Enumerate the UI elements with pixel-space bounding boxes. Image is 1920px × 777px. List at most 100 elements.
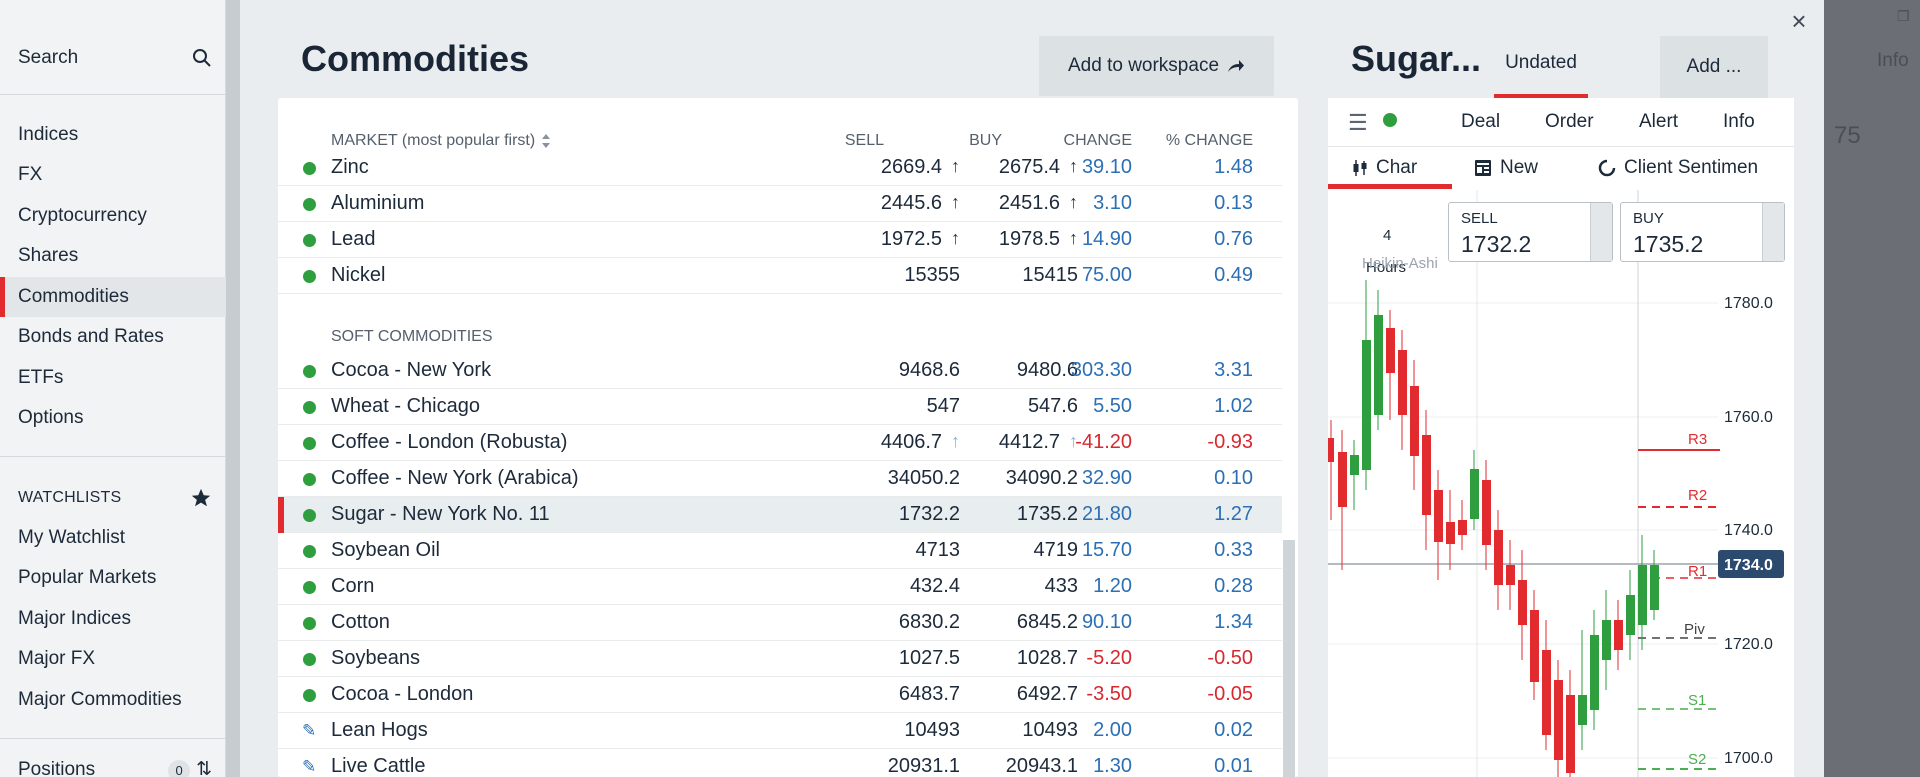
tab-info[interactable]: Info — [1723, 111, 1755, 133]
table-row[interactable]: Coffee - London (Robusta) 4406.7 ↑ 4412.7… — [278, 425, 1282, 461]
background-price: 75 — [1834, 122, 1861, 149]
candles — [1328, 280, 1659, 777]
change-value: 3.10 — [1093, 192, 1132, 214]
candle — [1374, 315, 1383, 415]
table-row-selected[interactable]: Sugar - New York No. 11 1732.2 1735.2 21… — [278, 497, 1282, 533]
buy-value: 1735.2 — [1633, 231, 1704, 257]
market-name: Corn — [331, 575, 375, 597]
table-row[interactable]: Coffee - New York (Arabica) 34050.2 3409… — [278, 461, 1282, 497]
sidebar-item-commodities[interactable]: Commodities — [0, 277, 226, 317]
table-row[interactable]: Nickel 15355 15415 75.00 0.49 — [278, 258, 1282, 294]
table-row[interactable]: Wheat - Chicago 547 547.6 5.50 1.02 — [278, 389, 1282, 425]
add-button[interactable]: Add ... — [1660, 36, 1768, 98]
column-header-change[interactable]: CHANGE — [1020, 132, 1132, 150]
table-row[interactable]: ✎ Lean Hogs 10493 10493 2.00 0.02 — [278, 713, 1282, 749]
watchlists-heading: WATCHLISTS — [18, 486, 212, 510]
sort-icon[interactable]: ⇅ — [196, 759, 212, 777]
sidebar-scrollbar[interactable] — [226, 0, 240, 777]
close-icon[interactable]: × — [1788, 8, 1810, 34]
candle — [1422, 435, 1431, 515]
table-row[interactable]: Lead 1972.5 ↑ 1978.5 ↑ 14.90 0.76 — [278, 222, 1282, 258]
candle — [1338, 452, 1347, 507]
market-name: Lean Hogs — [331, 719, 428, 741]
change-value: 5.50 — [1093, 395, 1132, 417]
table-row[interactable]: Cotton 6830.2 6845.2 90.10 1.34 — [278, 605, 1282, 641]
sidebar-item-label: Commodities — [18, 286, 129, 307]
column-header-pct-change[interactable]: % CHANGE — [1140, 132, 1253, 150]
sort-icon[interactable] — [541, 133, 551, 149]
table-row[interactable]: Cocoa - London 6483.7 6492.7 -3.50 -0.05 — [278, 677, 1282, 713]
sell-value: 1732.2 — [1461, 231, 1532, 257]
interval-value[interactable]: 4 — [1383, 227, 1391, 244]
change-value: 21.80 — [1081, 503, 1132, 525]
column-header-market[interactable]: MARKET (most popular first) — [331, 132, 551, 150]
table-scrollbar[interactable] — [1283, 540, 1295, 777]
pct-change-value: 3.31 — [1214, 359, 1253, 381]
positions-section[interactable]: Positions 0 ⇅ — [18, 758, 212, 777]
add-to-workspace-label: Add to workspace — [1067, 55, 1220, 76]
watchlist-my-watchlist[interactable]: My Watchlist — [0, 518, 226, 558]
sidebar-divider — [0, 456, 226, 457]
watchlists-heading-label: WATCHLISTS — [18, 489, 122, 506]
candle — [1446, 522, 1455, 544]
table-row[interactable]: Corn 432.4 433 1.20 0.28 — [278, 569, 1282, 605]
buy-price-box[interactable]: BUY 1735.2 — [1620, 202, 1785, 262]
sentiment-icon — [1598, 159, 1616, 177]
sidebar-item-label: Cryptocurrency — [18, 205, 147, 226]
tab-deal[interactable]: Deal — [1461, 111, 1500, 133]
sidebar-item-bonds-and-rates[interactable]: Bonds and Rates — [0, 317, 226, 357]
tab-alert[interactable]: Alert — [1639, 111, 1678, 133]
tab-undated[interactable]: Undated — [1494, 52, 1588, 74]
change-value: 14.90 — [1081, 228, 1132, 250]
sell-price-box[interactable]: SELL 1732.2 — [1448, 202, 1613, 262]
table-row[interactable]: ✎ Live Cattle 20931.1 20943.1 1.30 0.01 — [278, 749, 1282, 777]
sidebar-item-indices[interactable]: Indices — [0, 115, 226, 155]
market-name: Cocoa - London — [331, 683, 474, 705]
share-arrow-icon — [1228, 60, 1245, 72]
watchlist-major-commodities[interactable]: Major Commodities — [0, 680, 226, 720]
candle — [1350, 455, 1359, 475]
page-title: Commodities — [301, 38, 530, 79]
candle — [1482, 480, 1491, 545]
tab-order[interactable]: Order — [1545, 111, 1594, 133]
price-chart[interactable]: R3 R2 R1 Piv S1 S2 1780.0 1760.0 1740.0 … — [1328, 190, 1794, 777]
tab-client-sentiment-label: Client Sentimen — [1624, 157, 1759, 178]
sidebar-item-shares[interactable]: Shares — [0, 236, 226, 276]
chart-style-label[interactable]: Heikin-Ashi — [1362, 255, 1438, 272]
change-value: -5.20 — [1086, 647, 1132, 669]
star-icon[interactable] — [190, 487, 212, 509]
candle — [1434, 490, 1443, 542]
sidebar-item-cryptocurrency[interactable]: Cryptocurrency — [0, 196, 226, 236]
table-row[interactable]: Zinc 2669.4 ↑ 2675.4 ↑ 39.10 1.48 — [278, 150, 1282, 186]
tab-chart-label: Char — [1376, 157, 1418, 178]
sidebar-item-fx[interactable]: FX — [0, 155, 226, 195]
tab-client-sentiment[interactable]: Client Sentimen — [1598, 155, 1758, 181]
candle — [1590, 635, 1599, 710]
sidebar-item-options[interactable]: Options — [0, 398, 226, 438]
status-dot — [303, 234, 316, 247]
table-row[interactable]: Cocoa - New York 9468.6 9480.6 303.30 3.… — [278, 353, 1282, 389]
search-icon[interactable] — [192, 48, 212, 68]
watchlist-major-fx[interactable]: Major FX — [0, 639, 226, 679]
column-header-sell[interactable]: SELL — [820, 132, 884, 150]
sidebar-search[interactable]: Search — [18, 44, 212, 72]
candle — [1602, 620, 1611, 660]
watchlist-major-indices[interactable]: Major Indices — [0, 599, 226, 639]
price-axis-tick: 1760.0 — [1724, 409, 1773, 426]
add-to-workspace-button[interactable]: Add to workspace — [1039, 36, 1274, 96]
table-row[interactable]: Aluminium 2445.6 ↑ 2451.6 ↑ 3.10 0.13 — [278, 186, 1282, 222]
table-row[interactable]: Soybeans 1027.5 1028.7 -5.20 -0.50 — [278, 641, 1282, 677]
column-header-buy[interactable]: BUY — [940, 132, 1002, 150]
sidebar-item-etfs[interactable]: ETFs — [0, 358, 226, 398]
hamburger-menu-icon[interactable]: ☰ — [1348, 110, 1368, 136]
change-value: 15.70 — [1081, 539, 1132, 561]
status-dot — [303, 509, 316, 522]
candle — [1470, 469, 1479, 519]
watchlist-popular-markets[interactable]: Popular Markets — [0, 558, 226, 598]
market-name: Zinc — [331, 156, 369, 178]
tab-chart[interactable]: Char — [1352, 155, 1417, 181]
table-row[interactable]: Soybean Oil 4713 4719 15.70 0.33 — [278, 533, 1282, 569]
change-value: 1.20 — [1093, 575, 1132, 597]
instrument-title: Sugar... — [1351, 38, 1482, 79]
tab-news[interactable]: New — [1474, 155, 1538, 181]
